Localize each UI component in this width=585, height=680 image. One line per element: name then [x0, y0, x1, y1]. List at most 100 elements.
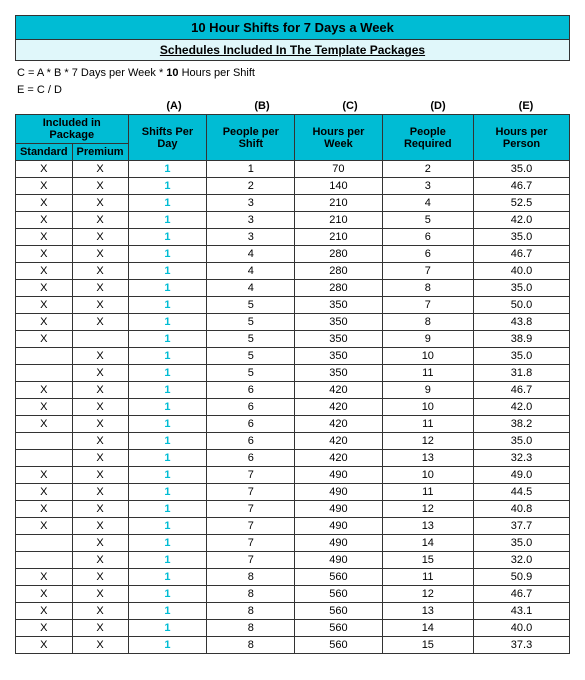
table-cell: 11 [382, 569, 473, 586]
table-cell: 13 [382, 518, 473, 535]
table-cell: 560 [295, 569, 382, 586]
table-row: X153501035.0 [16, 348, 570, 365]
table-cell: X [72, 535, 128, 552]
table-cell: 490 [295, 484, 382, 501]
table-cell: 9 [382, 331, 473, 348]
table-cell: 350 [295, 348, 382, 365]
table-cell: 7 [207, 484, 295, 501]
table-row: XX14280835.0 [16, 280, 570, 297]
table-cell: 35.0 [474, 348, 570, 365]
table-cell: X [72, 586, 128, 603]
table-cell: 50.0 [474, 297, 570, 314]
table-cell: 10 [382, 399, 473, 416]
table-row: XX13210452.5 [16, 195, 570, 212]
table-cell: 37.3 [474, 637, 570, 654]
table-cell: 5 [207, 297, 295, 314]
col-letter-a: (A) [130, 100, 218, 112]
table-cell: 14 [382, 535, 473, 552]
header-premium: Premium [72, 144, 128, 161]
table-cell: 35.0 [474, 535, 570, 552]
table-cell: 7 [207, 501, 295, 518]
table-cell: 1 [128, 212, 207, 229]
table-cell: 1 [128, 450, 207, 467]
table-cell: X [72, 467, 128, 484]
table-cell: 2 [382, 161, 473, 178]
table-cell: 1 [207, 161, 295, 178]
table-cell: 560 [295, 620, 382, 637]
table-cell: 4 [207, 246, 295, 263]
table-row: X164201332.3 [16, 450, 570, 467]
table-cell: 4 [207, 280, 295, 297]
table-cell: X [72, 314, 128, 331]
table-cell: X [16, 297, 73, 314]
table-cell: 10 [382, 467, 473, 484]
table-cell: 210 [295, 195, 382, 212]
table-row: XX1170235.0 [16, 161, 570, 178]
table-row: XX164201042.0 [16, 399, 570, 416]
table-cell: 1 [128, 178, 207, 195]
table-cell: 5 [207, 365, 295, 382]
table-cell: 1 [128, 501, 207, 518]
table-row: XX174901144.5 [16, 484, 570, 501]
table-cell: X [16, 484, 73, 501]
table-cell: 350 [295, 331, 382, 348]
table-cell: X [16, 603, 73, 620]
table-cell: X [72, 297, 128, 314]
header-included: Included in Package [16, 115, 129, 144]
table-cell: 2 [207, 178, 295, 195]
table-cell: 42.0 [474, 212, 570, 229]
table-cell: 1 [128, 365, 207, 382]
table-cell: 46.7 [474, 178, 570, 195]
table-cell: 3 [207, 212, 295, 229]
table-cell: 49.0 [474, 467, 570, 484]
table-cell: 35.0 [474, 433, 570, 450]
table-cell: 1 [128, 637, 207, 654]
table-cell: 46.7 [474, 246, 570, 263]
table-cell: 1 [128, 229, 207, 246]
table-cell: 32.0 [474, 552, 570, 569]
table-cell: 560 [295, 603, 382, 620]
table-row: XX174901337.7 [16, 518, 570, 535]
header-standard: Standard [16, 144, 73, 161]
table-cell: 210 [295, 212, 382, 229]
table-cell: 6 [207, 416, 295, 433]
table-cell: 420 [295, 450, 382, 467]
table-row: X164201235.0 [16, 433, 570, 450]
table-row: X153501131.8 [16, 365, 570, 382]
table-cell: 1 [128, 416, 207, 433]
table-cell: 1 [128, 348, 207, 365]
table-cell: X [72, 416, 128, 433]
table-cell: 14 [382, 620, 473, 637]
formula-block: C = A * B * 7 Days per Week * 10 Hours p… [17, 65, 570, 98]
col-letter-e: (E) [482, 100, 570, 112]
table-cell: 7 [382, 297, 473, 314]
table-cell: X [16, 280, 73, 297]
table-cell: 7 [207, 535, 295, 552]
table-cell: 1 [128, 586, 207, 603]
table-cell: 490 [295, 518, 382, 535]
table-cell: X [72, 178, 128, 195]
table-cell: 35.0 [474, 280, 570, 297]
table-cell: X [72, 637, 128, 654]
table-cell [72, 331, 128, 348]
table-cell [16, 535, 73, 552]
table-row: X15350938.9 [16, 331, 570, 348]
table-cell: 280 [295, 263, 382, 280]
table-cell: 11 [382, 416, 473, 433]
table-row: XX185601537.3 [16, 637, 570, 654]
table-cell: 4 [382, 195, 473, 212]
formula2: E = C / D [17, 82, 570, 99]
header-people-required: People Required [382, 115, 473, 161]
table-row: XX15350843.8 [16, 314, 570, 331]
table-cell: X [72, 195, 128, 212]
table-cell: 1 [128, 518, 207, 535]
table-cell: X [72, 365, 128, 382]
table-row: XX185601440.0 [16, 620, 570, 637]
table-cell: 8 [207, 637, 295, 654]
table-cell: 5 [207, 314, 295, 331]
table-row: XX185601246.7 [16, 586, 570, 603]
table-cell: X [16, 382, 73, 399]
title-bar: 10 Hour Shifts for 7 Days a Week [15, 15, 570, 40]
table-cell: 560 [295, 637, 382, 654]
table-cell: 38.2 [474, 416, 570, 433]
